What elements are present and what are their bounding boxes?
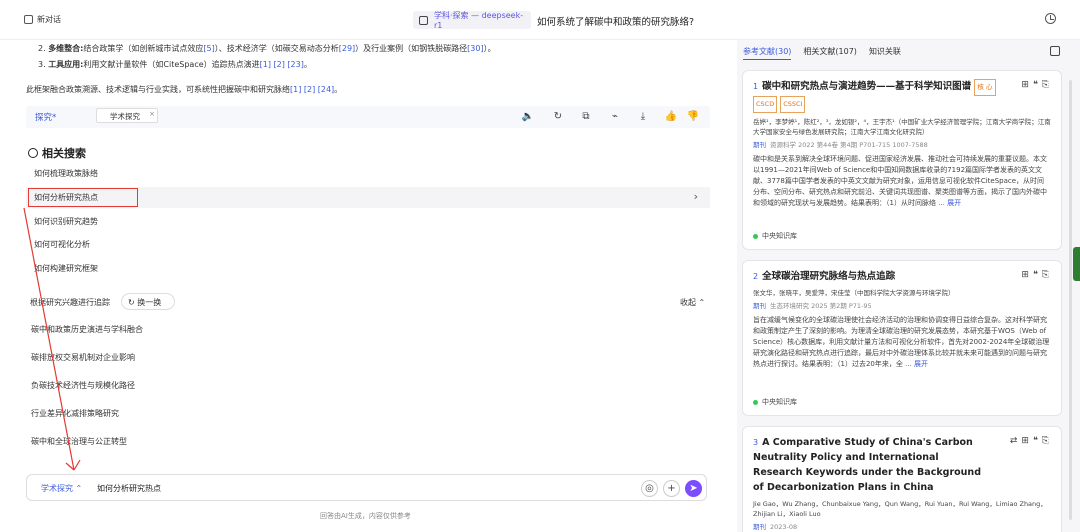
chat-input[interactable]: 如何分析研究热点 bbox=[97, 483, 161, 494]
model-label: 学科·探索 — deepseek-r1 bbox=[433, 11, 524, 30]
expand-link[interactable]: ... 展开 bbox=[938, 199, 961, 207]
card-actions[interactable]: ⊞❝⎘ bbox=[1021, 80, 1053, 90]
card-actions[interactable]: ⊞❝⎘ bbox=[1021, 270, 1053, 280]
history-icon[interactable] bbox=[1045, 13, 1056, 24]
mode-selector[interactable]: 学术探究 ⌃ bbox=[41, 483, 82, 494]
index-badge: CSSCI bbox=[780, 96, 806, 113]
expand-icon[interactable] bbox=[1050, 46, 1060, 56]
new-chat-button[interactable]: 新对话 bbox=[24, 14, 61, 25]
index-badge: CSCD bbox=[753, 96, 778, 113]
journal-line: 期刊 资源科学 2022 第44卷 第4期 P701-715 1007-7588 bbox=[753, 141, 928, 149]
side-handle[interactable] bbox=[1073, 247, 1080, 281]
journal-line: 期刊 2023-08 bbox=[753, 523, 798, 531]
annotation-arrow bbox=[23, 207, 81, 471]
chat-pane: 2. 多维整合:结合政策学（如创新城市试点效应[5]）、技术经济学（如碳交易动态… bbox=[0, 40, 720, 532]
source-label: 中央知识库 bbox=[753, 397, 797, 407]
authors: Jie Gao，Wu Zhang，Chunbaixue Yang，Qun Wan… bbox=[753, 500, 1047, 518]
authors: 张文华，张晓平，吴爱萍，宋佳莹（中国科学院大学资源与环境学院） bbox=[753, 289, 955, 297]
reference-title[interactable]: A Comparative Study of China's Carbon Ne… bbox=[753, 437, 981, 493]
disclaimer: 回答由AI生成，内容仅供参考 bbox=[320, 512, 411, 520]
reference-title[interactable]: 全球碳治理研究脉络与热点追踪 bbox=[762, 271, 895, 282]
reference-tabs: 参考文献(30) 相关文献(107) 知识关联 bbox=[743, 46, 901, 60]
status-dot bbox=[753, 233, 758, 239]
abstract: 旨在减缓气候变化的全球碳治理使社会经济活动的治理和协调变得日益综合复杂。这对科学… bbox=[753, 316, 1050, 368]
add-icon[interactable]: + bbox=[663, 480, 680, 497]
reference-panel: 参考文献(30) 相关文献(107) 知识关联 1 碳中和研究热点与演进趋势——基… bbox=[737, 40, 1080, 532]
top-bar: 新对话 学科·探索 — deepseek-r1 如何系统了解碳中和政策的研究脉络… bbox=[0, 0, 1080, 40]
model-icon bbox=[419, 15, 428, 25]
chat-input-bar[interactable]: 学术探究 ⌃ 如何分析研究热点 ◎ + ➤ bbox=[26, 474, 707, 501]
new-chat-label: 新对话 bbox=[37, 15, 61, 24]
reference-card[interactable]: 3A Comparative Study of China's Carbon N… bbox=[742, 426, 1062, 532]
reference-card[interactable]: 2 全球碳治理研究脉络与热点追踪 ⊞❝⎘ 张文华，张晓平，吴爱萍，宋佳莹（中国科学… bbox=[742, 260, 1062, 416]
scrollbar[interactable] bbox=[1069, 80, 1072, 520]
tab-related-docs[interactable]: 相关文献(107) bbox=[803, 46, 857, 60]
card-actions[interactable]: ⇄⊞❝⎘ bbox=[1010, 436, 1053, 446]
status-dot bbox=[753, 399, 758, 405]
tab-knowledge[interactable]: 知识关联 bbox=[869, 46, 901, 60]
authors: 岳婷¹，李梦婷¹，陈红²，³，龙如银²，⁴，王宇杰¹（中国矿业大学经济管理学院；… bbox=[753, 118, 1051, 136]
expand-link[interactable]: ... 展开 bbox=[905, 360, 928, 368]
model-selector[interactable]: 学科·探索 — deepseek-r1 bbox=[413, 11, 531, 30]
edit-icon bbox=[24, 15, 33, 24]
conversation-title: 如何系统了解碳中和政策的研究脉络? bbox=[537, 17, 695, 28]
core-badge: 核 心 bbox=[974, 79, 996, 96]
reference-card[interactable]: 1 碳中和研究热点与演进趋势——基于科学知识图谱 核 心 CSCD CSSCI ⊞❝… bbox=[742, 70, 1062, 250]
reference-title[interactable]: 碳中和研究热点与演进趋势——基于科学知识图谱 bbox=[762, 81, 971, 92]
tab-references[interactable]: 参考文献(30) bbox=[743, 46, 792, 60]
send-button[interactable]: ➤ bbox=[685, 480, 702, 497]
abstract: 碳中和是关系到解决全球环境问题、促进国家经济发展、推动社会可持续发展的重要议题。… bbox=[753, 155, 1047, 207]
journal-line: 期刊 生态环境研究 2025 第2期 P71-95 bbox=[753, 302, 872, 310]
globe-icon[interactable]: ◎ bbox=[641, 480, 658, 497]
source-label: 中央知识库 bbox=[753, 231, 797, 241]
